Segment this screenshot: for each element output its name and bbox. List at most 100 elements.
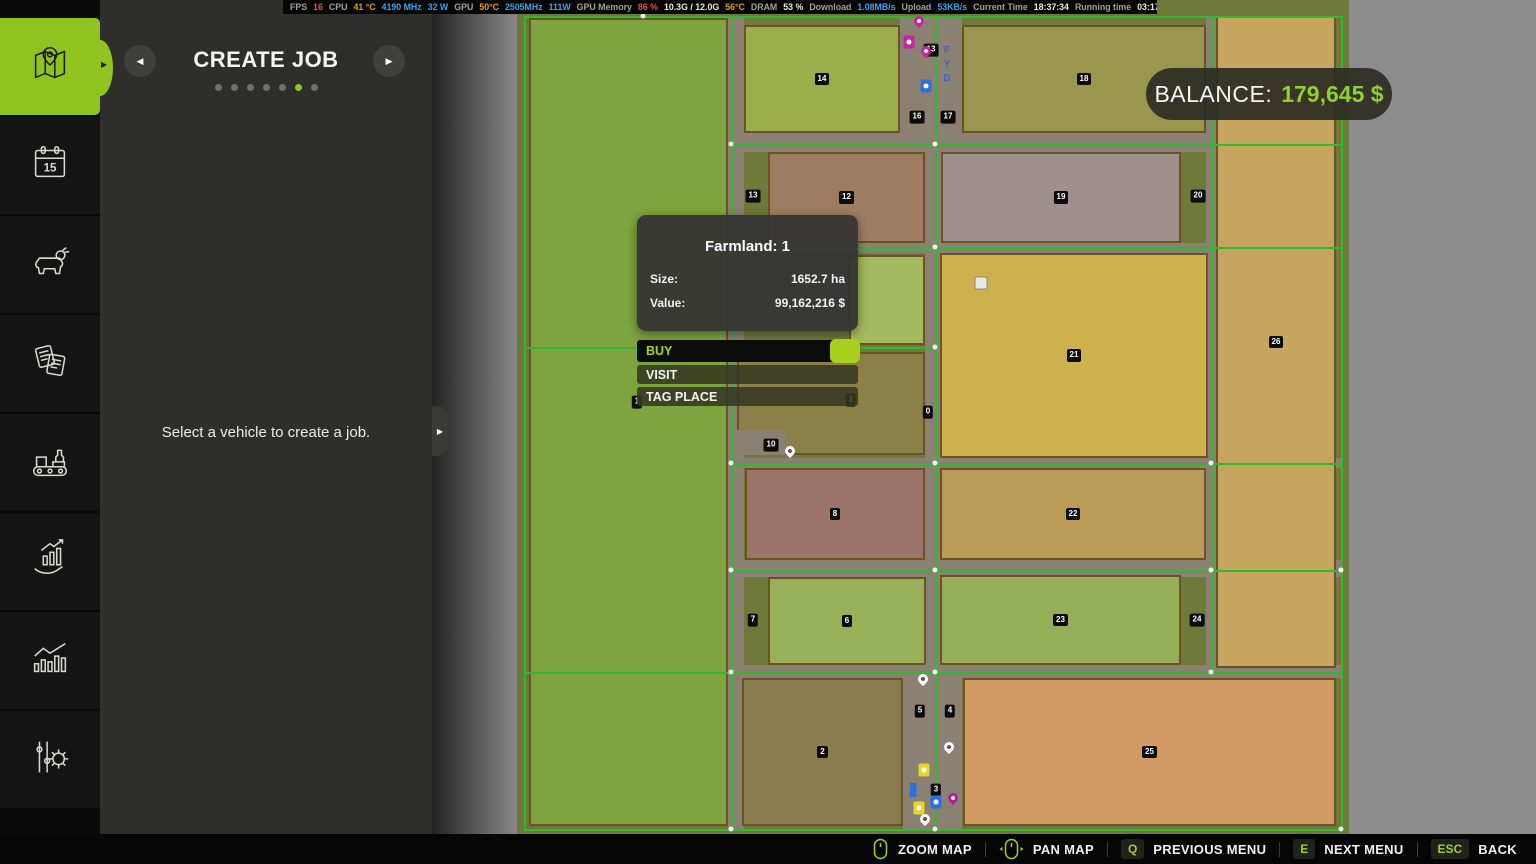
status-item: 16 (313, 2, 323, 12)
tab-arrow-icon: ▶ (437, 427, 443, 436)
farmland-number: 8 (830, 508, 840, 521)
farmland-parcel-25[interactable]: 25 (963, 678, 1336, 826)
sidebar-item-calendar-menu[interactable]: 15 (0, 117, 100, 214)
sidebar-item-production-menu[interactable] (0, 414, 100, 511)
buy-button-label: BUY (646, 344, 672, 358)
farmland-number: 22 (1066, 508, 1081, 521)
boundary-dot (1339, 827, 1344, 832)
farmland-number-badge: 3 (931, 784, 941, 797)
panel-expand-tab[interactable]: ▶ (432, 406, 448, 456)
status-item: Current Time (973, 2, 1028, 12)
page-dot (263, 84, 270, 91)
farmland-parcel-8[interactable]: 8 (745, 468, 925, 560)
status-item: 41 °C (353, 2, 375, 12)
status-item: 32 W (428, 2, 449, 12)
farmland-parcel-2[interactable]: 2 (742, 678, 903, 826)
boundary-dot (729, 142, 734, 147)
farmland-number-badge: 20 (1191, 190, 1206, 203)
map-rect-marker (910, 783, 917, 797)
statistics-icon (27, 635, 73, 686)
size-label: Size: (650, 272, 678, 286)
next-page-button[interactable]: ▶ (373, 45, 405, 77)
hint-label: PREVIOUS MENU (1153, 842, 1266, 857)
farmland-number: 19 (1054, 191, 1069, 204)
sidebar-item-settings-menu[interactable] (0, 711, 100, 808)
map-icon-marker[interactable] (975, 277, 988, 290)
boundary-dot (1209, 568, 1214, 573)
farmland-number: 14 (815, 73, 830, 86)
farmland-number: 23 (1053, 614, 1068, 627)
cow-icon (27, 239, 73, 290)
visit-button[interactable]: VISIT (637, 365, 858, 384)
map-badge-marker[interactable] (914, 802, 925, 815)
boundary-dot (1339, 568, 1344, 573)
key-hint-esc: ESC (1431, 839, 1470, 859)
buy-button[interactable]: BUY (637, 340, 858, 362)
boundary-dot (1209, 670, 1214, 675)
hint-zoom-map[interactable]: ZOOM MAP (859, 838, 985, 860)
farmland-number-badge: 17 (941, 111, 956, 124)
sidebar-item-statistics-menu[interactable] (0, 612, 100, 709)
farmland-parcel-19[interactable]: 19 (941, 152, 1181, 243)
map-badge-marker[interactable] (931, 796, 942, 809)
farmland-parcel-14[interactable]: 14 (744, 25, 900, 133)
farmland-parcel-23[interactable]: 23 (940, 575, 1181, 665)
farmland-number: 12 (839, 191, 854, 204)
hint-pan-map[interactable]: PAN MAP (986, 838, 1107, 860)
farmland-number: 6 (842, 615, 852, 628)
map-badge-marker[interactable] (921, 80, 932, 93)
sidebar-item-contracts-menu[interactable] (0, 315, 100, 412)
panel-message: Select a vehicle to create a job. (100, 424, 432, 441)
status-item: 18:37:34 (1034, 2, 1069, 12)
key-hint-q: Q (1121, 839, 1144, 859)
boundary-dot (729, 670, 734, 675)
status-item: 111W (549, 2, 571, 12)
hint-label: PAN MAP (1033, 842, 1094, 857)
tag-place-button[interactable]: TAG PLACE (637, 387, 858, 406)
buy-price-tag (830, 339, 860, 363)
page-dot (279, 84, 286, 91)
farmland-parcel-22[interactable]: 22 (940, 468, 1206, 560)
boundary-dot (933, 568, 938, 573)
status-item: DRAM (751, 2, 777, 12)
status-item: GPU (454, 2, 473, 12)
balance-label: BALANCE: (1154, 81, 1272, 108)
mouse-icon (872, 838, 889, 860)
hint-label: NEXT MENU (1324, 842, 1403, 857)
bump-arrow-icon: ▶ (101, 60, 107, 69)
sidebar-item-finances-menu[interactable] (0, 513, 100, 610)
map-icon (27, 41, 73, 92)
farmland-info-box: Farmland: 1 Size: 1652.7 ha Value: 99,16… (637, 215, 858, 331)
status-item: 53KB/s (937, 2, 967, 12)
page-dot (295, 84, 302, 91)
page-dot (231, 84, 238, 91)
hint-previous-menu[interactable]: Q PREVIOUS MENU (1108, 839, 1279, 859)
tag-place-button-label: TAG PLACE (646, 390, 717, 404)
map-place-name: FYD (942, 45, 953, 87)
size-value: 1652.7 ha (791, 272, 845, 286)
farmland-number-badge: 5 (915, 705, 925, 718)
status-item: 03:17:08 (1137, 2, 1157, 12)
balance-amount: 179,645 $ (1281, 81, 1383, 108)
status-item: 56°C (725, 2, 745, 12)
farmland-parcel-6[interactable]: 6 (768, 577, 926, 665)
farmland-parcel[interactable] (849, 255, 925, 345)
sidebar-item-animals-menu[interactable] (0, 216, 100, 313)
map-badge-marker[interactable] (904, 36, 915, 49)
map-badge-marker[interactable] (919, 764, 930, 777)
sidebar-item-map-menu[interactable] (0, 18, 100, 115)
hint-back[interactable]: ESC BACK (1418, 839, 1530, 859)
value-value: 99,162,216 $ (775, 296, 845, 310)
boundary-dot (933, 827, 938, 832)
boundary-dot (729, 461, 734, 466)
farmland-boundary-line (731, 570, 1341, 572)
hint-next-menu[interactable]: ENEXT MENU (1280, 839, 1416, 859)
hint-label: BACK (1478, 842, 1517, 857)
farmland-number-badge: 16 (910, 111, 925, 124)
status-item: Download (809, 2, 851, 12)
status-item: 4190 MHz (382, 2, 422, 12)
farmland-number: 2 (817, 746, 827, 759)
farmland-parcel[interactable] (529, 18, 728, 826)
boundary-dot (933, 245, 938, 250)
page-indicator-dots (100, 84, 432, 91)
